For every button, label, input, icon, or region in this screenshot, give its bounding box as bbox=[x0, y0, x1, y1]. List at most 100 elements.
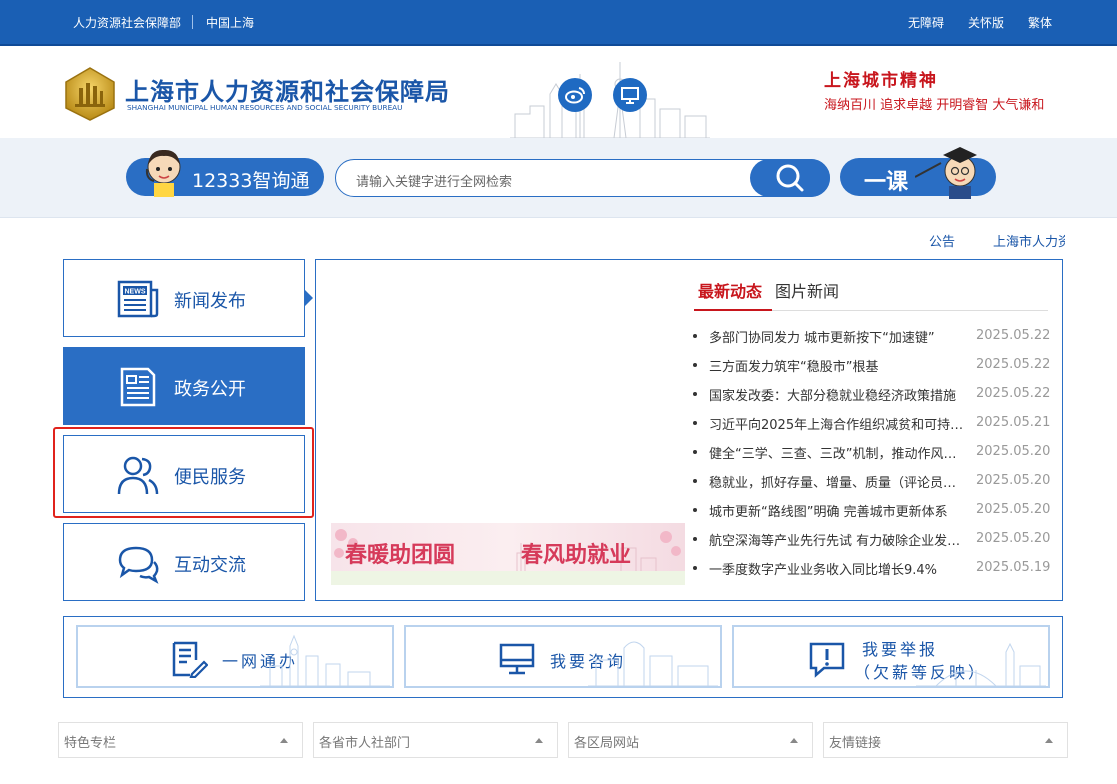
news-icon: NEWS bbox=[117, 280, 159, 318]
dropdown-value: 特色专栏 bbox=[64, 736, 117, 751]
link-china-shanghai[interactable]: 中国上海 bbox=[206, 14, 254, 31]
divider bbox=[192, 15, 193, 29]
bullet-icon bbox=[693, 392, 697, 396]
news-date: 2025.05.20 bbox=[976, 502, 1051, 517]
news-title[interactable]: 多部门协同发力 城市更新按下“加速键” bbox=[709, 327, 965, 346]
computer-icon bbox=[499, 643, 535, 675]
site-title[interactable]: 上海市人力资源和社会保障局 bbox=[125, 72, 450, 107]
news-item[interactable]: 健全“三学、三查、三改”机制，推动作风建设 2025.05.20 bbox=[693, 442, 1053, 462]
nav-public-services[interactable]: 便民服务 bbox=[63, 435, 305, 513]
nav-label: 便民服务 bbox=[174, 467, 246, 488]
news-item[interactable]: 城市更新“路线图”明确 完善城市更新体系 2025.05.20 bbox=[693, 500, 1053, 520]
bullet-icon bbox=[693, 479, 697, 483]
dropdown-featured-columns[interactable]: 特色专栏 bbox=[58, 722, 303, 758]
teacher-avatar-icon bbox=[915, 147, 977, 199]
caret-up-icon bbox=[790, 738, 798, 743]
search-button[interactable] bbox=[750, 159, 830, 197]
search-icon bbox=[776, 164, 804, 192]
dropdown-value: 各区局网站 bbox=[574, 736, 640, 751]
news-date: 2025.05.22 bbox=[976, 357, 1051, 372]
nav-interaction[interactable]: 互动交流 bbox=[63, 523, 305, 601]
news-item[interactable]: 一季度数字产业业务收入同比增长9.4% 2025.05.19 bbox=[693, 558, 1053, 578]
banner-text-right: 春风助就业 bbox=[521, 543, 632, 568]
link-mohrss[interactable]: 人力资源社会保障部 bbox=[73, 14, 181, 31]
news-title[interactable]: 稳就业，抓好存量、增量、质量（评论员观察） bbox=[709, 472, 965, 491]
news-title[interactable]: 三方面发力筑牢“稳股市”根基 bbox=[709, 356, 965, 375]
svg-text:NEWS: NEWS bbox=[125, 289, 146, 296]
emblem-logo[interactable] bbox=[62, 66, 118, 122]
bullet-icon bbox=[693, 421, 697, 425]
dropdown-value: 各省市人社部门 bbox=[319, 736, 411, 751]
tab-latest-news[interactable]: 最新动态 bbox=[698, 278, 762, 302]
caret-up-icon bbox=[280, 738, 288, 743]
news-date: 2025.05.20 bbox=[976, 531, 1051, 546]
bullet-icon bbox=[693, 363, 697, 367]
dropdown-district-sites[interactable]: 各区局网站 bbox=[568, 722, 813, 758]
news-item[interactable]: 国家发改委：大部分稳就业稳经济政策措施 2025.05.22 bbox=[693, 384, 1053, 404]
assistant-avatar-icon bbox=[145, 149, 181, 197]
news-date: 2025.05.19 bbox=[976, 560, 1051, 575]
news-item[interactable]: 航空深海等产业先行先试 有力破除企业发展瓶颈 2025.05.20 bbox=[693, 529, 1053, 549]
dropdown-friendly-links[interactable]: 友情链接 bbox=[823, 722, 1068, 758]
assistant-label: 12333智询通 bbox=[192, 170, 310, 192]
news-title[interactable]: 航空深海等产业先行先试 有力破除企业发展瓶颈 bbox=[709, 530, 965, 549]
news-item[interactable]: 多部门协同发力 城市更新按下“加速键” 2025.05.22 bbox=[693, 326, 1053, 346]
dropdown-provincial-departments[interactable]: 各省市人社部门 bbox=[313, 722, 558, 758]
service-consult[interactable]: 我要咨询 bbox=[404, 625, 722, 688]
news-title[interactable]: 健全“三学、三查、三改”机制，推动作风建设 bbox=[709, 443, 965, 462]
news-item[interactable]: 习近平向2025年上海合作组织减贫和可持续发展论坛致贺信 2025.05.21 bbox=[693, 413, 1053, 433]
link-accessibility[interactable]: 无障碍 bbox=[908, 14, 944, 31]
people-icon bbox=[117, 456, 159, 495]
nav-label: 互动交流 bbox=[174, 555, 246, 576]
chat-icon bbox=[118, 546, 159, 584]
news-item[interactable]: 稳就业，抓好存量、增量、质量（评论员观察） 2025.05.20 bbox=[693, 471, 1053, 491]
news-date: 2025.05.22 bbox=[976, 328, 1051, 343]
banner-text-left: 春暖助团圆 bbox=[345, 543, 456, 568]
tab-underline bbox=[694, 309, 1048, 311]
city-spirit-text: 海纳百川 追求卓越 开明睿智 大气谦和 bbox=[824, 98, 1045, 113]
city-spirit-title: 上海城市精神 bbox=[824, 71, 938, 91]
news-title[interactable]: 习近平向2025年上海合作组织减贫和可持续发展论坛致贺信 bbox=[709, 414, 965, 433]
news-date: 2025.05.22 bbox=[976, 386, 1051, 401]
skyline-decoration bbox=[916, 642, 1046, 686]
bullet-icon bbox=[693, 537, 697, 541]
news-title[interactable]: 城市更新“路线图”明确 完善城市更新体系 bbox=[709, 501, 965, 520]
active-pointer bbox=[305, 290, 313, 306]
notice-label: 公告 bbox=[929, 235, 956, 250]
tab-photo-news[interactable]: 图片新闻 bbox=[775, 278, 839, 302]
search-input[interactable]: 请输入关键字进行全网检索 bbox=[356, 171, 512, 190]
nav-label: 新闻发布 bbox=[174, 291, 246, 312]
news-panel: 春暖助团圆 春风助就业 最新动态 图片新闻 多部门协同发力 城市更新按下“加速键… bbox=[315, 259, 1063, 601]
news-title[interactable]: 国家发改委：大部分稳就业稳经济政策措施 bbox=[709, 385, 965, 404]
notice-text: 上海市人力资源和社会保障局 bbox=[993, 235, 1065, 248]
news-date: 2025.05.20 bbox=[976, 444, 1051, 459]
skyline-decoration bbox=[588, 641, 718, 686]
nav-news-release[interactable]: NEWS 新闻发布 bbox=[63, 259, 305, 337]
notice-marquee[interactable]: 上海市人力资源和社会保障局 bbox=[990, 228, 1065, 248]
top-bar: 人力资源社会保障部 中国上海 无障碍 关怀版 繁体 bbox=[0, 0, 1117, 46]
news-date: 2025.05.20 bbox=[976, 473, 1051, 488]
banner-image[interactable]: 春暖助团圆 春风助就业 bbox=[331, 523, 685, 585]
nav-label: 政务公开 bbox=[174, 379, 246, 400]
services-bar: 一网通办 我要咨询 我要举报 （欠薪等反映） bbox=[63, 616, 1063, 698]
site-header: 上海市人力资源和社会保障局 SHANGHAI MUNICIPAL HUMAN R… bbox=[0, 46, 1117, 138]
link-care-mode[interactable]: 关怀版 bbox=[968, 14, 1004, 31]
nav-government-affairs[interactable]: 政务公开 bbox=[63, 347, 305, 425]
service-report[interactable]: 我要举报 （欠薪等反映） bbox=[732, 625, 1050, 688]
link-traditional-chinese[interactable]: 繁体 bbox=[1028, 14, 1052, 31]
weibo-icon[interactable] bbox=[558, 78, 592, 112]
edit-form-icon bbox=[172, 641, 208, 678]
bullet-icon bbox=[693, 334, 697, 338]
search-box: 请输入关键字进行全网检索 bbox=[335, 159, 830, 197]
monitor-icon[interactable] bbox=[613, 78, 647, 112]
dropdown-value: 友情链接 bbox=[829, 736, 882, 751]
skyline-decoration bbox=[260, 634, 390, 686]
document-icon bbox=[120, 367, 156, 407]
bullet-icon bbox=[693, 566, 697, 570]
news-title[interactable]: 一季度数字产业业务收入同比增长9.4% bbox=[709, 559, 965, 578]
bullet-icon bbox=[693, 508, 697, 512]
caret-up-icon bbox=[535, 738, 543, 743]
one-course-label: 一课 bbox=[864, 170, 909, 195]
service-one-stop[interactable]: 一网通办 bbox=[76, 625, 394, 688]
news-item[interactable]: 三方面发力筑牢“稳股市”根基 2025.05.22 bbox=[693, 355, 1053, 375]
